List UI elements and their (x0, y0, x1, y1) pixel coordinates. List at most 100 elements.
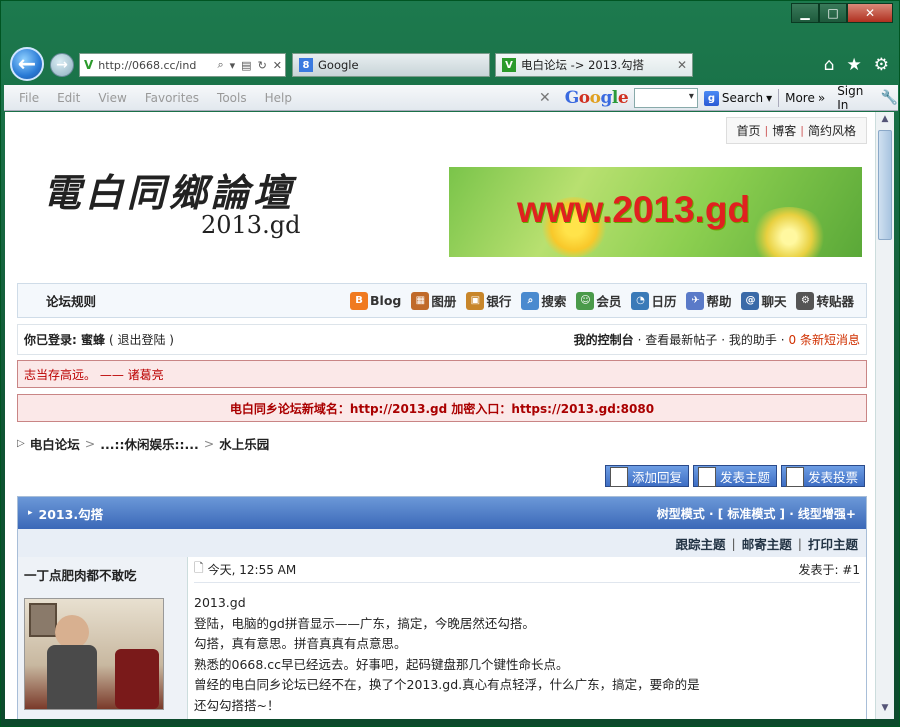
nav-label: 会员 (596, 294, 622, 309)
my-assistant-link[interactable]: · 我的助手 · (721, 331, 784, 348)
menu-bar: File Edit View Favorites Tools Help (10, 91, 301, 105)
add-reply-button[interactable]: 添加回复 (604, 465, 689, 487)
crumb-leisure[interactable]: ...::休闲娱乐::... (100, 434, 199, 453)
thread-panel: ▸ 2013.勾搭 树型模式 · [ 标准模式 ] · 线型增强+ 跟踪主题 | … (17, 496, 867, 719)
nav-item[interactable]: ✈ 帮助 (686, 291, 731, 310)
tab-label: 电白论坛 -> 2013.勾搭 (521, 58, 645, 72)
forum-favicon-icon: V (502, 58, 516, 72)
nav-label: 日历 (651, 294, 677, 309)
flower-decoration (749, 207, 829, 257)
latest-posts-link[interactable]: · 查看最新帖子 (638, 331, 718, 348)
new-poll-button[interactable]: 发表投票 (780, 465, 865, 487)
top-links: 首页 | 博客 | 简约风格 (725, 117, 867, 144)
domain-notice: 电白同乡论坛新域名：http://2013.gd 加密入口：https://20… (17, 394, 867, 422)
close-window-button[interactable]: ✕ (847, 3, 893, 23)
menu-tools[interactable]: Tools (217, 91, 247, 105)
post-header: 🗋 今天, 12:55 AM 发表于: #1 (194, 557, 860, 583)
user-links: 我的控制台 · 查看最新帖子 · 我的助手 · 0 条新短消息 (574, 331, 860, 348)
crumb-forum[interactable]: 电白论坛 (30, 434, 80, 453)
compat-view-icon[interactable]: ▤ (241, 59, 251, 72)
nav-icon: ◔ (631, 291, 650, 310)
banner-text: www.2013.gd (517, 189, 751, 230)
back-button[interactable]: ← (10, 47, 44, 81)
site-logo[interactable]: 電白同鄉論壇 2013.gd (43, 162, 300, 239)
window-caption-buttons: ▁ □ ✕ (791, 3, 893, 23)
breadcrumb: ▷ 电白论坛 > ...::休闲娱乐::... > 水上乐园 (17, 434, 269, 453)
more-button[interactable]: More » (785, 91, 825, 105)
maximize-button[interactable]: □ (819, 3, 847, 23)
favorites-star-icon[interactable]: ★ (847, 55, 862, 75)
gear-icon[interactable]: ⚙ (874, 55, 889, 75)
post-line: 登陆，电脑的gd拼音显示——广东，搞定，今晚居然还勾搭。 (194, 615, 535, 631)
nav-item[interactable]: B Blog (350, 291, 401, 310)
stop-icon[interactable]: ✕ (273, 59, 282, 72)
search-icon[interactable]: ⌕ (217, 58, 223, 72)
link-simple-style[interactable]: 简约风格 (808, 122, 856, 139)
view-modes[interactable]: 树型模式 · [ 标准模式 ] · 线型增强+ (657, 505, 856, 522)
thread-header: ▸ 2013.勾搭 树型模式 · [ 标准模式 ] · 线型增强+ (18, 497, 866, 529)
tab-google[interactable]: 8 Google (292, 53, 490, 77)
link-blog[interactable]: 博客 (772, 122, 796, 139)
close-toolbar-icon[interactable]: ✕ (539, 90, 551, 106)
track-topic-link[interactable]: 跟踪主题 (676, 534, 726, 553)
login-bar: 你已登录: 蜜蜂 ( 退出登陆 ) 我的控制台 · 查看最新帖子 · 我的助手 … (17, 324, 867, 355)
control-panel-link[interactable]: 我的控制台 (574, 331, 634, 348)
menu-edit[interactable]: Edit (57, 91, 80, 105)
menu-file[interactable]: File (19, 91, 39, 105)
close-tab-icon[interactable]: ✕ (677, 58, 687, 72)
print-topic-link[interactable]: 打印主题 (808, 534, 858, 553)
crumb-water-park[interactable]: 水上乐园 (219, 434, 269, 453)
new-topic-button[interactable]: 发表主题 (692, 465, 777, 487)
post-row: 一丁点肥肉都不敢吃 🗋 今天, 12:55 AM 发表于: #1 2013.gd… (18, 557, 866, 719)
nav-item[interactable]: ▣ 银行 (466, 291, 511, 310)
menu-view[interactable]: View (98, 91, 126, 105)
google-search-input[interactable] (634, 88, 698, 108)
author-name[interactable]: 一丁点肥肉都不敢吃 (24, 565, 181, 584)
scroll-up-arrow-icon[interactable]: ▲ (878, 114, 892, 128)
address-url[interactable]: http://0668.cc/ind (98, 59, 214, 72)
wrench-icon[interactable]: 🔧 (881, 90, 898, 106)
scroll-down-arrow-icon[interactable]: ▼ (878, 703, 892, 717)
google-search-icon: g (703, 90, 719, 106)
quote-notice: 志当存高远。 —— 诸葛亮 (17, 360, 867, 388)
post-content: 🗋 今天, 12:55 AM 发表于: #1 2013.gd 登陆，电脑的gd拼… (188, 557, 866, 719)
address-bar[interactable]: V http://0668.cc/ind ⌕ ▾ ▤ ↻ ✕ (79, 53, 286, 77)
menu-help[interactable]: Help (265, 91, 292, 105)
link-home[interactable]: 首页 (737, 122, 761, 139)
menu-favorites[interactable]: Favorites (145, 91, 199, 105)
avatar-chair-shape (115, 649, 159, 709)
logout-link[interactable]: ( 退出登陆 ) (109, 331, 174, 348)
nav-item[interactable]: ⚙ 转贴器 (796, 291, 854, 310)
dropdown-icon[interactable]: ▾ (230, 59, 236, 72)
site-banner[interactable]: www.2013.gd (449, 167, 862, 257)
nav-label: Blog (370, 293, 402, 308)
tab-label: Google (318, 58, 359, 72)
crumb-separator: > (84, 436, 96, 451)
nav-icon: @ (741, 291, 760, 310)
new-messages-link[interactable]: 0 条新短消息 (789, 331, 860, 348)
nav-icon: B (350, 291, 369, 310)
sign-in-button[interactable]: Sign In (837, 84, 874, 112)
nav-item[interactable]: ☺ 会员 (576, 291, 621, 310)
tab-forum[interactable]: V 电白论坛 -> 2013.勾搭 ✕ (495, 53, 693, 77)
logo-domain: 2013.gd (201, 211, 301, 239)
post-buttons: 添加回复 发表主题 发表投票 (604, 465, 865, 487)
home-icon[interactable]: ⌂ (824, 55, 835, 75)
nav-icon: ⚙ (796, 291, 815, 310)
post-floor[interactable]: 发表于: #1 (798, 561, 860, 578)
nav-item[interactable]: ◔ 日历 (631, 291, 676, 310)
nav-icon: ✈ (686, 291, 705, 310)
nav-item[interactable]: ▦ 图册 (411, 291, 456, 310)
refresh-icon[interactable]: ↻ (258, 59, 267, 72)
forum-rules-link[interactable]: 论坛规则 (46, 291, 96, 310)
email-topic-link[interactable]: 邮寄主题 (742, 534, 792, 553)
google-search-button[interactable]: g Search ▾ (703, 90, 772, 106)
forward-button[interactable]: → (50, 53, 74, 77)
nav-item[interactable]: ⌕ 搜索 (521, 291, 566, 310)
vertical-scrollbar[interactable]: ▲ ▼ (875, 112, 894, 719)
avatar-body-shape (47, 645, 97, 709)
scrollbar-thumb[interactable] (878, 130, 892, 240)
minimize-button[interactable]: ▁ (791, 3, 819, 23)
nav-item[interactable]: @ 聊天 (741, 291, 786, 310)
login-status: 你已登录: 蜜蜂 (24, 333, 105, 347)
